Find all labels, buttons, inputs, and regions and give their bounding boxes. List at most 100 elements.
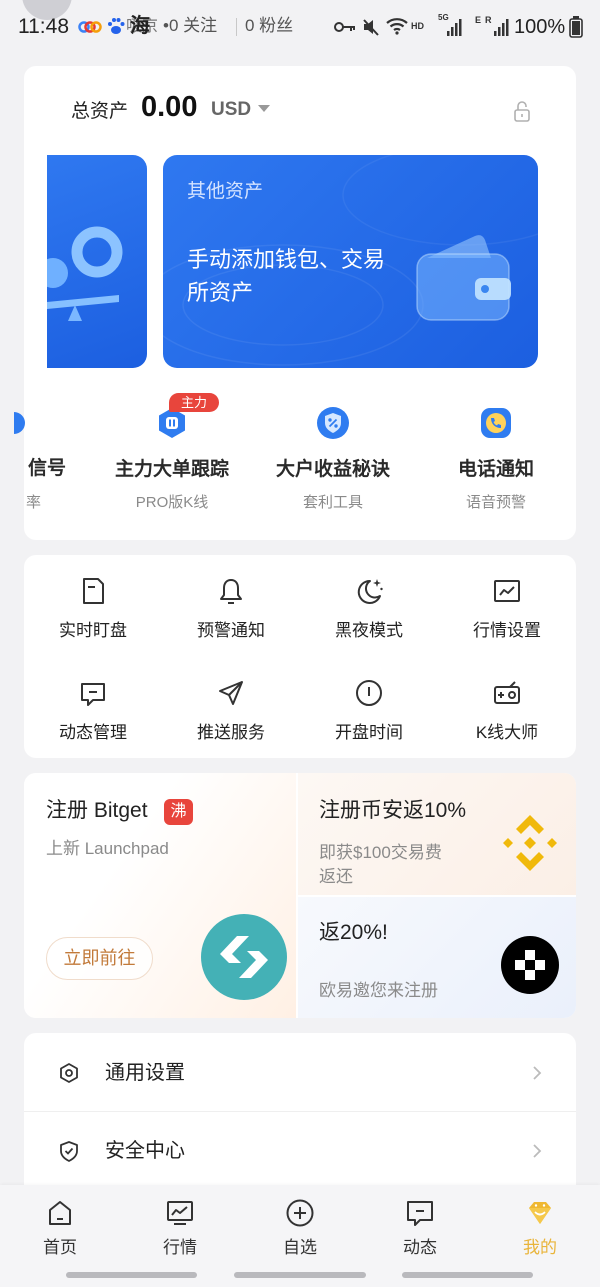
feature-label: 大户收益秘诀 xyxy=(275,459,390,480)
carousel-card-previous[interactable] xyxy=(47,155,147,368)
follow-count[interactable]: •0 关注 xyxy=(163,16,217,36)
tool-push-service[interactable]: 推送服务 xyxy=(162,674,300,758)
binance-logo-icon xyxy=(503,815,557,871)
settings-card: 通用设置 安全中心 xyxy=(24,1033,576,1203)
sim2-label-e: E xyxy=(475,15,482,25)
status-time: 11:48 xyxy=(18,15,69,38)
tool-label: 动态管理 xyxy=(59,723,127,742)
promo-okx-title: 返20%! xyxy=(319,921,388,944)
bitget-logo-icon xyxy=(201,914,287,1000)
chevron-right-icon xyxy=(533,1144,542,1158)
tool-kline-master[interactable]: K线大师 xyxy=(438,674,576,758)
status-bar: 11:48 吸京 海 •0 关注 0 粉丝 HD 5G E R 100% xyxy=(0,0,600,55)
promo-okx[interactable]: 返20%! 欧易邀您来注册 xyxy=(298,897,576,1018)
carousel-card-description: 手动添加钱包、交易所资产 xyxy=(187,247,386,305)
total-assets-value: 0.00 xyxy=(141,91,198,123)
message-icon xyxy=(407,1201,433,1226)
tool-opening-time[interactable]: 开盘时间 xyxy=(300,674,438,758)
settings-row-security[interactable]: 安全中心 xyxy=(24,1112,576,1190)
nav-label: 动态 xyxy=(403,1238,437,1257)
feature-badge: 主力 xyxy=(169,393,219,412)
tool-label: 黑夜模式 xyxy=(335,621,403,640)
battery-icon xyxy=(569,16,583,38)
feature-label-signal[interactable]: 信号 xyxy=(0,458,66,481)
promo-binance[interactable]: 注册币安返10% 即获$100交易费返还 xyxy=(298,773,576,895)
phone-icon xyxy=(481,408,511,438)
fans-count[interactable]: 0 粉丝 xyxy=(245,16,293,36)
feature-label: 主力大单跟踪 xyxy=(114,459,229,480)
feature-sub: PRO版K线 xyxy=(135,494,209,511)
chart-icon xyxy=(494,580,520,602)
tool-label: 预警通知 xyxy=(197,621,265,640)
send-icon xyxy=(219,681,243,705)
signal-bars-icon xyxy=(446,17,462,37)
tool-label: 行情设置 xyxy=(473,621,541,640)
chevron-right-icon xyxy=(533,1066,542,1080)
promo-bitget-subtitle: 上新 Launchpad xyxy=(46,839,169,858)
promo-card: 注册 Bitget 沸 上新 Launchpad 立即前往 注册币安返10% 即… xyxy=(24,773,576,1018)
total-assets-label: 总资产 xyxy=(71,101,129,122)
currency-selector[interactable]: USD xyxy=(211,99,251,122)
nav-label: 首页 xyxy=(43,1238,77,1257)
wifi-label: HD xyxy=(411,21,424,31)
tool-night-mode[interactable]: 黑夜模式 xyxy=(300,572,438,656)
app-rings-icon xyxy=(78,18,102,36)
chevron-down-icon[interactable] xyxy=(258,105,270,112)
tool-feed-manage[interactable]: 动态管理 xyxy=(24,674,162,758)
divider xyxy=(236,18,237,36)
promo-bitget[interactable]: 注册 Bitget 沸 上新 Launchpad 立即前往 xyxy=(24,773,296,1018)
tools-card: 实时盯盘 预警通知 黑夜模式 行情设置 动态管理 推送服务 开盘时间 K线大师 xyxy=(24,555,576,758)
nav-label: 自选 xyxy=(283,1238,317,1257)
nav-label: 我的 xyxy=(523,1238,557,1257)
promo-binance-title: 注册币安返10% xyxy=(319,799,467,822)
tool-market-settings[interactable]: 行情设置 xyxy=(438,572,576,656)
bell-icon xyxy=(220,579,242,604)
hot-badge: 沸 xyxy=(164,799,193,825)
signal-icon[interactable] xyxy=(14,412,26,434)
gem-icon xyxy=(529,1202,551,1224)
signal-bars-icon xyxy=(493,17,509,37)
tool-label: 推送服务 xyxy=(197,723,265,742)
tool-label: K线大师 xyxy=(475,723,539,742)
note-icon xyxy=(83,578,104,604)
radio-icon xyxy=(494,681,520,704)
feature-whale-tracking[interactable]: 主力大单跟踪 PRO版K线 xyxy=(97,400,247,520)
tool-alerts[interactable]: 预警通知 xyxy=(162,572,300,656)
hexagon-settings-icon xyxy=(60,1063,78,1083)
paw-icon xyxy=(106,16,126,36)
message-icon xyxy=(81,683,105,706)
moon-icon xyxy=(357,579,383,604)
balance-scale-icon xyxy=(47,226,123,321)
promo-bitget-title: 注册 Bitget xyxy=(46,799,148,822)
clock-icon xyxy=(356,680,382,706)
feature-sub: 语音预警 xyxy=(465,494,526,511)
carousel-card-title: 其他资产 xyxy=(187,181,264,202)
settings-label: 安全中心 xyxy=(105,1140,185,1162)
wallet-icon xyxy=(416,235,511,321)
okx-logo-icon xyxy=(501,936,559,994)
go-now-button[interactable]: 立即前往 xyxy=(46,937,153,980)
feature-label: 电话通知 xyxy=(457,459,534,480)
wifi-icon xyxy=(386,17,408,35)
carousel-card-other-assets[interactable]: 其他资产 手动添加钱包、交易所资产 xyxy=(163,155,538,368)
mute-icon xyxy=(362,17,380,37)
sim2-label-r: R xyxy=(485,15,492,25)
gesture-bar[interactable] xyxy=(66,1272,197,1278)
nav-label: 行情 xyxy=(163,1238,197,1257)
gesture-bar[interactable] xyxy=(402,1272,533,1278)
gesture-bar[interactable] xyxy=(234,1272,366,1278)
market-chart-icon xyxy=(167,1201,193,1225)
tool-label: 实时盯盘 xyxy=(59,621,127,640)
shield-check-icon xyxy=(60,1141,78,1162)
feature-sub: 套利工具 xyxy=(302,494,363,511)
feature-phone-notify[interactable]: 电话通知 语音预警 xyxy=(421,400,571,520)
percent-shield-icon xyxy=(317,407,349,439)
promo-okx-subtitle: 欧易邀您来注册 xyxy=(319,981,438,1000)
unlock-icon[interactable] xyxy=(513,101,531,123)
settings-row-general[interactable]: 通用设置 xyxy=(24,1033,576,1111)
plus-circle-icon xyxy=(286,1199,314,1227)
settings-label: 通用设置 xyxy=(105,1062,185,1084)
notification-glyph: 海 xyxy=(130,15,150,37)
tool-realtime-watch[interactable]: 实时盯盘 xyxy=(24,572,162,656)
feature-whale-profit[interactable]: 大户收益秘诀 套利工具 xyxy=(258,400,408,520)
